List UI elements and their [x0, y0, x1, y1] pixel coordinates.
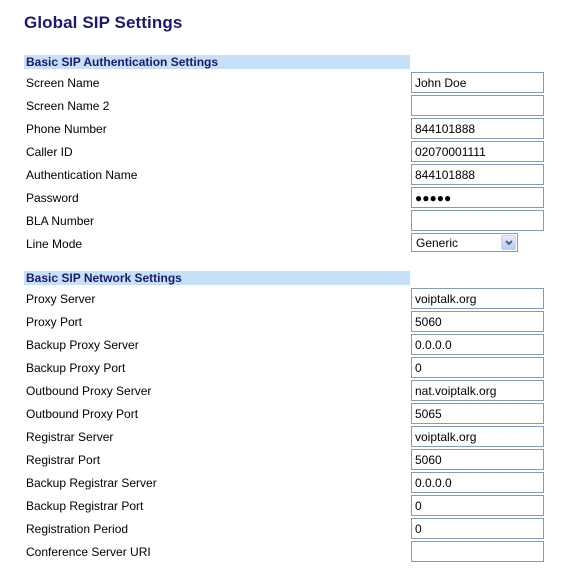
page-title: Global SIP Settings — [24, 13, 183, 32]
authentication-name-label: Authentication Name — [26, 168, 138, 182]
outbound-proxy-server-input[interactable] — [411, 380, 544, 401]
outbound-proxy-port-input[interactable] — [411, 403, 544, 424]
backup-proxy-port-label: Backup Proxy Port — [26, 361, 126, 375]
conference-server-uri-label: Conference Server URI — [26, 545, 151, 559]
caller-id-row: Caller ID — [24, 141, 544, 164]
authentication-name-row: Authentication Name — [24, 164, 544, 187]
backup-registrar-port-row: Backup Registrar Port — [24, 495, 544, 518]
backup-registrar-server-input[interactable] — [411, 472, 544, 493]
line-mode-label: Line Mode — [26, 237, 83, 251]
registration-period-input[interactable] — [411, 518, 544, 539]
caller-id-label: Caller ID — [26, 145, 73, 159]
line-mode-row: Line Mode Generic — [24, 233, 544, 256]
backup-registrar-port-input[interactable] — [411, 495, 544, 516]
backup-proxy-server-label: Backup Proxy Server — [26, 338, 139, 352]
backup-registrar-server-label: Backup Registrar Server — [26, 476, 157, 490]
outbound-proxy-server-label: Outbound Proxy Server — [26, 384, 152, 398]
auth-section-header: Basic SIP Authentication Settings — [24, 55, 410, 69]
backup-registrar-port-label: Backup Registrar Port — [26, 499, 144, 513]
proxy-server-input[interactable] — [411, 288, 544, 309]
registrar-port-label: Registrar Port — [26, 453, 101, 467]
backup-proxy-port-input[interactable] — [411, 357, 544, 378]
outbound-proxy-port-label: Outbound Proxy Port — [26, 407, 139, 421]
phone-number-input[interactable] — [411, 118, 544, 139]
registrar-server-label: Registrar Server — [26, 430, 114, 444]
backup-proxy-port-row: Backup Proxy Port — [24, 357, 544, 380]
line-mode-dropdown-button[interactable] — [501, 235, 516, 250]
password-label: Password — [26, 191, 79, 205]
line-mode-selected-value: Generic — [416, 236, 459, 250]
network-settings-section: Basic SIP Network Settings Proxy Server … — [24, 271, 544, 564]
registrar-server-input[interactable] — [411, 426, 544, 447]
phone-number-row: Phone Number — [24, 118, 544, 141]
registration-period-row: Registration Period — [24, 518, 544, 541]
registration-period-label: Registration Period — [26, 522, 129, 536]
conference-server-uri-row: Conference Server URI — [24, 541, 544, 564]
registrar-port-input[interactable] — [411, 449, 544, 470]
backup-registrar-server-row: Backup Registrar Server — [24, 472, 544, 495]
screen-name-2-row: Screen Name 2 — [24, 95, 544, 118]
backup-proxy-server-row: Backup Proxy Server — [24, 334, 544, 357]
screen-name-2-label: Screen Name 2 — [26, 99, 110, 113]
screen-name-row: Screen Name — [24, 72, 544, 95]
proxy-server-label: Proxy Server — [26, 292, 96, 306]
bla-number-row: BLA Number — [24, 210, 544, 233]
line-mode-select[interactable]: Generic — [411, 233, 518, 252]
registrar-port-row: Registrar Port — [24, 449, 544, 472]
proxy-port-input[interactable] — [411, 311, 544, 332]
auth-settings-section: Basic SIP Authentication Settings Screen… — [24, 55, 544, 256]
outbound-proxy-port-row: Outbound Proxy Port — [24, 403, 544, 426]
proxy-server-row: Proxy Server — [24, 288, 544, 311]
caller-id-input[interactable] — [411, 141, 544, 162]
screen-name-2-input[interactable] — [411, 95, 544, 116]
phone-number-label: Phone Number — [26, 122, 107, 136]
password-input[interactable] — [411, 187, 544, 208]
network-section-header: Basic SIP Network Settings — [24, 271, 410, 285]
proxy-port-row: Proxy Port — [24, 311, 544, 334]
backup-proxy-server-input[interactable] — [411, 334, 544, 355]
proxy-port-label: Proxy Port — [26, 315, 83, 329]
bla-number-input[interactable] — [411, 210, 544, 231]
screen-name-input[interactable] — [411, 72, 544, 93]
registrar-server-row: Registrar Server — [24, 426, 544, 449]
screen-name-label: Screen Name — [26, 76, 100, 90]
conference-server-uri-input[interactable] — [411, 541, 544, 562]
bla-number-label: BLA Number — [26, 214, 95, 228]
chevron-down-icon — [505, 240, 513, 246]
outbound-proxy-server-row: Outbound Proxy Server — [24, 380, 544, 403]
authentication-name-input[interactable] — [411, 164, 544, 185]
password-row: Password — [24, 187, 544, 210]
